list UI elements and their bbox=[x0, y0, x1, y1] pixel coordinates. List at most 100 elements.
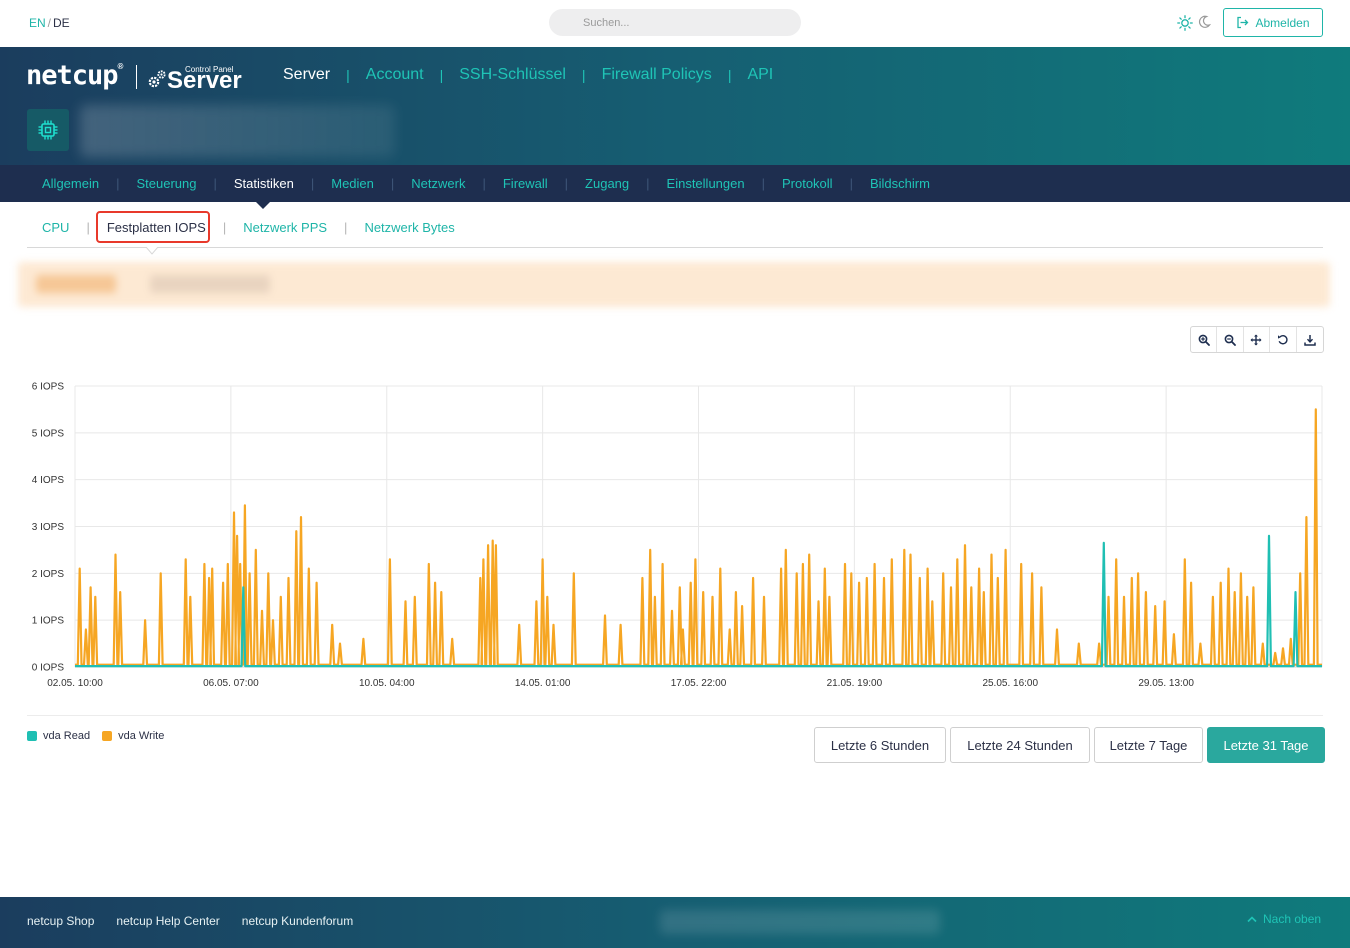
footer: netcup Shop netcup Help Center netcup Ku… bbox=[0, 897, 1350, 948]
iops-line-chart: 0 IOPS 1 IOPS 2 IOPS 3 IOPS 4 IOPS 5 IOPS 6 IO… bbox=[32, 382, 1323, 689]
main-nav-api[interactable]: API bbox=[747, 66, 773, 84]
tab-bildschirm[interactable]: Bildschirm bbox=[870, 176, 930, 191]
zoom-out-button[interactable] bbox=[1217, 327, 1244, 352]
tab-steuerung[interactable]: Steuerung bbox=[136, 176, 196, 191]
zoom-in-button[interactable] bbox=[1191, 327, 1218, 352]
y-tick-label: 4 IOPS bbox=[32, 475, 65, 486]
subtab-network-bytes[interactable]: Netzwerk Bytes bbox=[364, 220, 454, 235]
search-input[interactable] bbox=[549, 9, 801, 36]
tab-statistiken[interactable]: Statistiken bbox=[234, 176, 294, 191]
y-tick-label: 0 IOPS bbox=[32, 663, 65, 674]
zoom-out-icon bbox=[1224, 334, 1236, 346]
moon-icon[interactable] bbox=[1197, 15, 1211, 29]
brand-divider bbox=[136, 65, 137, 89]
y-tick-label: 6 IOPS bbox=[32, 382, 65, 393]
x-axis-labels: 02.05. 10:00 06.05. 07:00 10.05. 04:00 14.0… bbox=[47, 678, 1194, 689]
tab-allgemein[interactable]: Allgemein bbox=[42, 176, 99, 191]
tab-separator: | bbox=[482, 176, 486, 191]
chart-toolbar bbox=[1190, 326, 1324, 353]
legend-swatch-write bbox=[102, 731, 113, 741]
range-6h-button[interactable]: Letzte 6 Stunden bbox=[814, 727, 946, 763]
subtab-cpu[interactable]: CPU bbox=[42, 220, 69, 235]
subtab-separator: | bbox=[222, 220, 227, 235]
server-chip-badge bbox=[27, 109, 69, 151]
legend-entry-read[interactable]: vda Read bbox=[27, 730, 90, 742]
lang-en-link[interactable]: EN bbox=[29, 16, 46, 30]
download-button[interactable] bbox=[1297, 327, 1323, 352]
tab-firewall[interactable]: Firewall bbox=[503, 176, 548, 191]
download-icon bbox=[1304, 334, 1316, 346]
y-tick-label: 3 IOPS bbox=[32, 522, 65, 533]
logout-button[interactable]: Abmelden bbox=[1223, 8, 1323, 37]
x-tick-label: 10.05. 04:00 bbox=[359, 678, 415, 689]
server-name-redacted bbox=[80, 105, 395, 157]
legend-label-write: vda Write bbox=[118, 730, 165, 742]
tab-separator: | bbox=[761, 176, 765, 191]
server-tabs: Allgemein | Steuerung | Statistiken | Me… bbox=[0, 165, 1350, 202]
tab-separator: | bbox=[310, 176, 315, 191]
lang-de-link[interactable]: DE bbox=[53, 16, 70, 30]
brand-registered: ® bbox=[117, 62, 124, 71]
active-subtab-highlight bbox=[96, 211, 210, 243]
main-nav-separator: | bbox=[439, 67, 444, 83]
x-tick-label: 17.05. 22:00 bbox=[671, 678, 727, 689]
main-nav-firewall-policys[interactable]: Firewall Policys bbox=[602, 66, 712, 84]
range-31d-button[interactable]: Letzte 31 Tage bbox=[1207, 727, 1325, 763]
back-to-top-link[interactable]: Nach oben bbox=[1247, 912, 1321, 926]
reset-zoom-button[interactable] bbox=[1270, 327, 1297, 352]
subtab-divider bbox=[27, 247, 1323, 248]
tab-netzwerk[interactable]: Netzwerk bbox=[411, 176, 465, 191]
legend-label-read: vda Read bbox=[43, 730, 91, 742]
range-24h-button[interactable]: Letzte 24 Stunden bbox=[950, 727, 1090, 763]
tab-separator: | bbox=[390, 176, 395, 191]
tab-separator: | bbox=[116, 176, 120, 191]
server-product-logo: Server bbox=[167, 67, 242, 94]
main-nav-separator: | bbox=[346, 67, 350, 83]
y-tick-label: 5 IOPS bbox=[32, 428, 65, 439]
legend-entry-write[interactable]: vda Write bbox=[102, 730, 164, 742]
sun-icon[interactable] bbox=[1177, 15, 1193, 31]
tab-separator: | bbox=[849, 176, 853, 191]
y-tick-label: 2 IOPS bbox=[32, 569, 65, 580]
footer-link-shop[interactable]: netcup Shop bbox=[27, 914, 94, 928]
x-tick-label: 06.05. 07:00 bbox=[203, 678, 259, 689]
main-nav-ssh-keys[interactable]: SSH-Schlüssel bbox=[459, 66, 566, 84]
header-banner: netcup® Control Panel Server Server | Ac… bbox=[0, 47, 1350, 165]
subtab-network-pps[interactable]: Netzwerk PPS bbox=[243, 220, 327, 235]
x-tick-label: 21.05. 19:00 bbox=[827, 678, 883, 689]
main-nav-account[interactable]: Account bbox=[366, 66, 424, 84]
tab-zugang[interactable]: Zugang bbox=[585, 176, 629, 191]
footer-link-forum[interactable]: netcup Kundenforum bbox=[242, 914, 353, 928]
tab-separator: | bbox=[646, 176, 650, 191]
tab-medien[interactable]: Medien bbox=[331, 176, 374, 191]
brand-name: netcup bbox=[26, 60, 119, 91]
logout-label: Abmelden bbox=[1255, 15, 1310, 30]
time-range-buttons: Letzte 6 Stunden Letzte 24 Stunden Letzt… bbox=[814, 727, 1325, 763]
tab-protokoll[interactable]: Protokoll bbox=[782, 176, 833, 191]
footer-link-help-center[interactable]: netcup Help Center bbox=[116, 914, 219, 928]
x-tick-label: 14.05. 01:00 bbox=[515, 678, 571, 689]
chart-legend: vda Read vda Write bbox=[27, 730, 176, 742]
app-root: EN/DE Abmelden bbox=[0, 0, 1350, 948]
language-switch: EN / DE bbox=[29, 16, 70, 30]
chevron-up-icon bbox=[1247, 916, 1257, 923]
x-tick-label: 25.05. 16:00 bbox=[982, 678, 1038, 689]
lang-separator: / bbox=[47, 16, 52, 30]
chart-divider bbox=[27, 715, 1323, 716]
top-bar: EN/DE Abmelden bbox=[0, 0, 1350, 47]
reset-icon bbox=[1277, 334, 1288, 344]
y-tick-label: 1 IOPS bbox=[32, 616, 65, 627]
cpu-chip-icon bbox=[38, 120, 58, 140]
notice-banner-redacted bbox=[18, 262, 1330, 307]
netcup-logo[interactable]: netcup® bbox=[26, 60, 124, 91]
zoom-in-icon bbox=[1198, 334, 1210, 346]
x-tick-label: 29.05. 13:00 bbox=[1138, 678, 1194, 689]
tab-einstellungen[interactable]: Einstellungen bbox=[667, 176, 745, 191]
range-7d-button[interactable]: Letzte 7 Tage bbox=[1094, 727, 1203, 763]
main-nav-server[interactable]: Server bbox=[283, 66, 330, 84]
pan-button[interactable] bbox=[1244, 327, 1271, 352]
tab-separator: | bbox=[213, 176, 217, 191]
main-nav-separator: | bbox=[727, 67, 732, 83]
gear-logo-icon bbox=[148, 70, 166, 88]
notice-badge-redacted bbox=[36, 275, 116, 293]
